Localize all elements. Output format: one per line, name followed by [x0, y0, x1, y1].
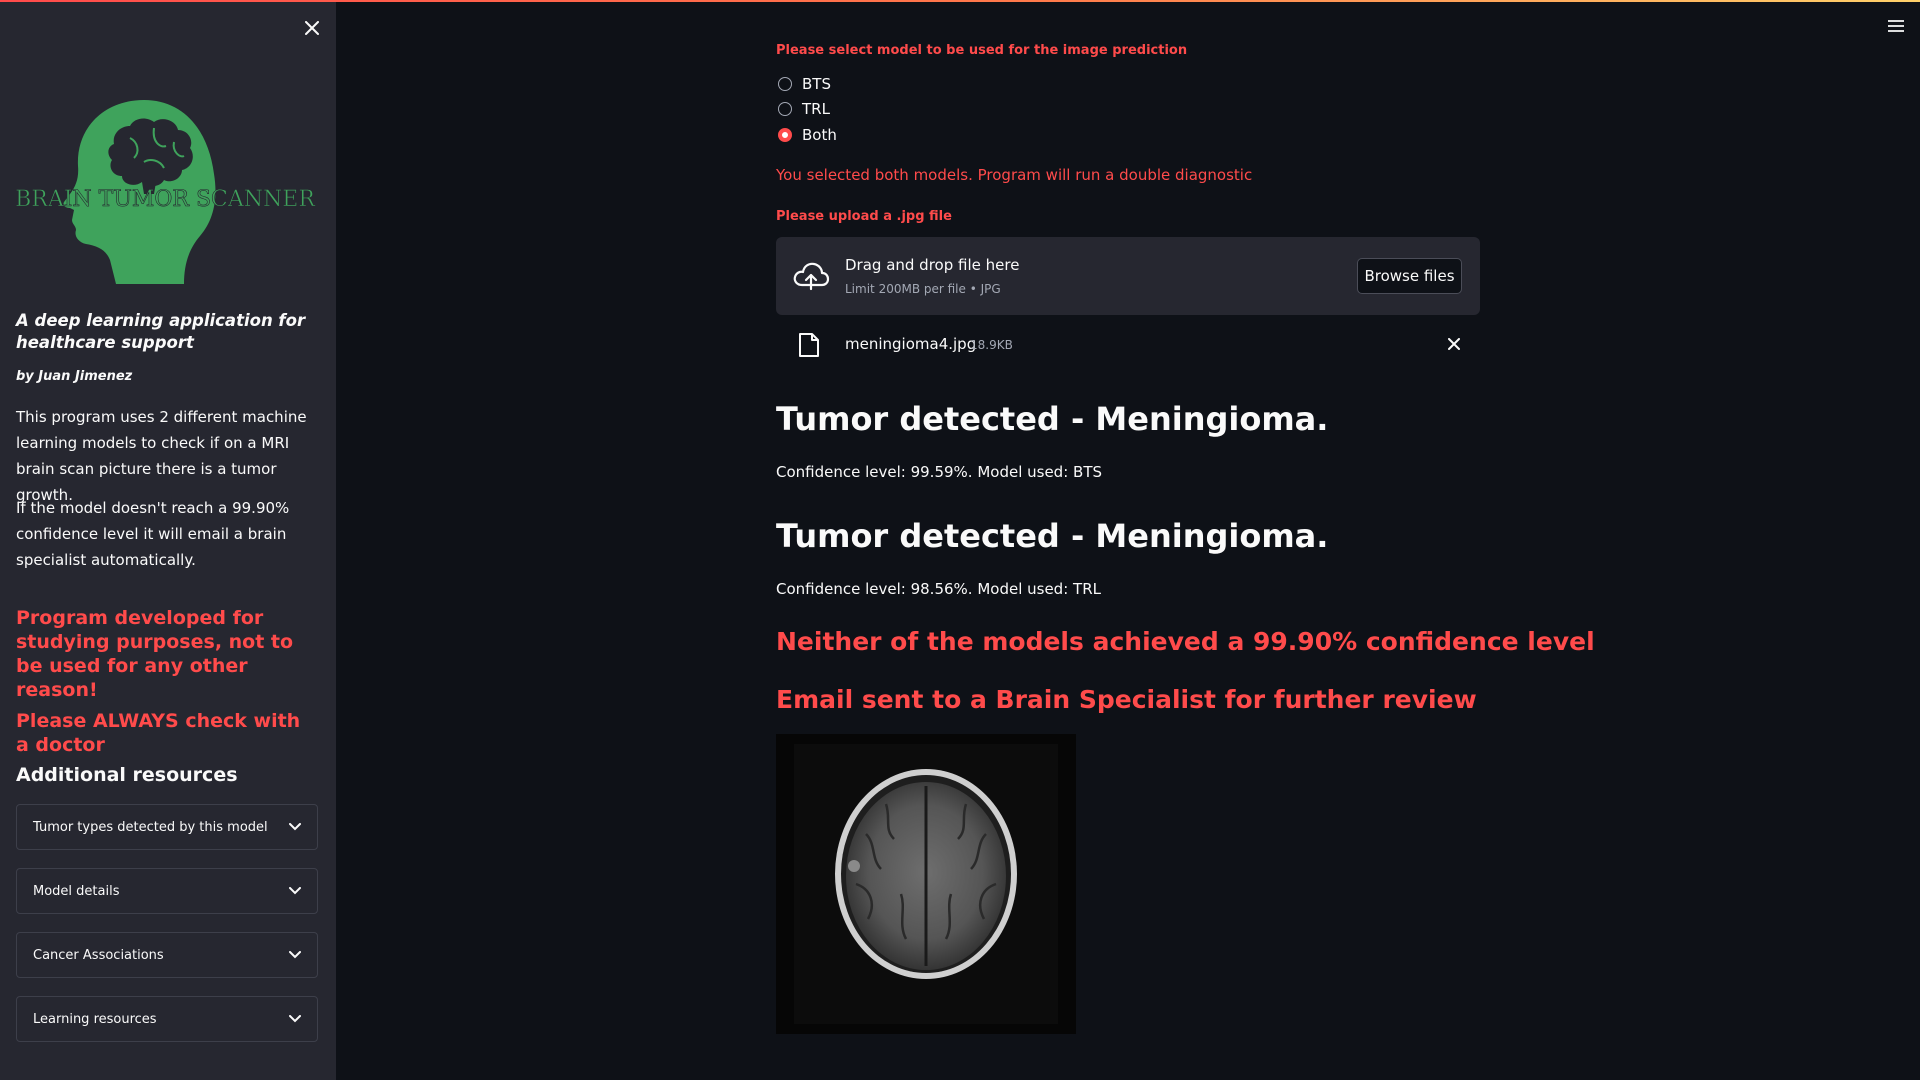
radio-option-bts[interactable]: BTS [778, 73, 831, 95]
hamburger-menu-icon [1888, 20, 1904, 32]
radio-button[interactable] [778, 77, 792, 91]
expander-label: Model details [33, 883, 120, 899]
description-paragraph-1: This program uses 2 different machine le… [16, 408, 307, 504]
confidence-alert: Neither of the models achieved a 99.90% … [776, 627, 1595, 656]
sidebar: BRAIN TUMOR SCANNER A deep learning appl… [0, 2, 336, 1080]
radio-button[interactable] [778, 102, 792, 116]
file-icon [799, 333, 819, 357]
remove-file-button[interactable] [1444, 334, 1464, 354]
radio-label: Both [802, 126, 837, 144]
uploaded-file-size: 18.9KB [970, 338, 1013, 352]
author-credit: by Juan Jimenez [16, 369, 133, 384]
radio-button-selected[interactable] [778, 128, 792, 142]
selection-info-text: You selected both models. Program will r… [776, 166, 1253, 184]
expander-learning-resources[interactable]: Learning resources [16, 996, 318, 1042]
uploaded-file-name: meningioma4.jpg [845, 335, 977, 353]
result-confidence-trl: Confidence level: 98.56%. Model used: TR… [776, 580, 1101, 598]
close-icon [305, 21, 319, 35]
email-sent-alert: Email sent to a Brain Specialist for fur… [776, 685, 1477, 714]
brain-tumor-scanner-logo: BRAIN TUMOR SCANNER [15, 100, 316, 284]
chevron-down-icon [289, 887, 301, 895]
close-sidebar-button[interactable] [300, 16, 324, 40]
expander-cancer-associations[interactable]: Cancer Associations [16, 932, 318, 978]
expander-tumor-types[interactable]: Tumor types detected by this model [16, 804, 318, 850]
file-dropzone[interactable]: Drag and drop file here Limit 200MB per … [776, 237, 1480, 315]
expander-model-details[interactable]: Model details [16, 868, 318, 914]
browse-files-button[interactable]: Browse files [1357, 258, 1462, 294]
radio-label: TRL [802, 100, 830, 118]
result-confidence-bts: Confidence level: 99.59%. Model used: BT… [776, 463, 1103, 481]
radio-option-both[interactable]: Both [778, 124, 837, 146]
mri-scan-image [776, 734, 1076, 1034]
model-select-label: Please select model to be used for the i… [776, 43, 1188, 58]
studying-purposes-warning: Program developed for studying purposes,… [16, 607, 294, 701]
chevron-down-icon [289, 951, 301, 959]
expander-label: Tumor types detected by this model [33, 819, 268, 835]
app-tagline: A deep learning application for healthca… [16, 311, 306, 352]
doctor-warning: Please ALWAYS check with a doctor [16, 710, 301, 756]
dropzone-limit: Limit 200MB per file • JPG [845, 282, 1001, 296]
result-heading-trl: Tumor detected - Meningioma. [776, 517, 1329, 555]
main-menu-button[interactable] [1884, 14, 1908, 38]
radio-option-trl[interactable]: TRL [778, 98, 830, 120]
result-heading-bts: Tumor detected - Meningioma. [776, 400, 1329, 438]
cloud-upload-icon [793, 262, 830, 291]
additional-resources-heading: Additional resources [16, 764, 238, 786]
dropzone-title: Drag and drop file here [845, 256, 1020, 274]
expander-label: Learning resources [33, 1011, 157, 1027]
svg-text:BRAIN TUMOR SCANNER: BRAIN TUMOR SCANNER [15, 187, 316, 212]
chevron-down-icon [289, 1015, 301, 1023]
description-paragraph-2: If the model doesn't reach a 99.90% conf… [16, 499, 290, 569]
expander-label: Cancer Associations [33, 947, 164, 963]
chevron-down-icon [289, 823, 301, 831]
close-icon [1448, 338, 1460, 350]
uploaded-file-row: meningioma4.jpg 18.9KB [776, 330, 1480, 360]
main-content: Please select model to be used for the i… [776, 0, 1595, 1080]
radio-label: BTS [802, 75, 831, 93]
upload-label: Please upload a .jpg file [776, 209, 952, 224]
